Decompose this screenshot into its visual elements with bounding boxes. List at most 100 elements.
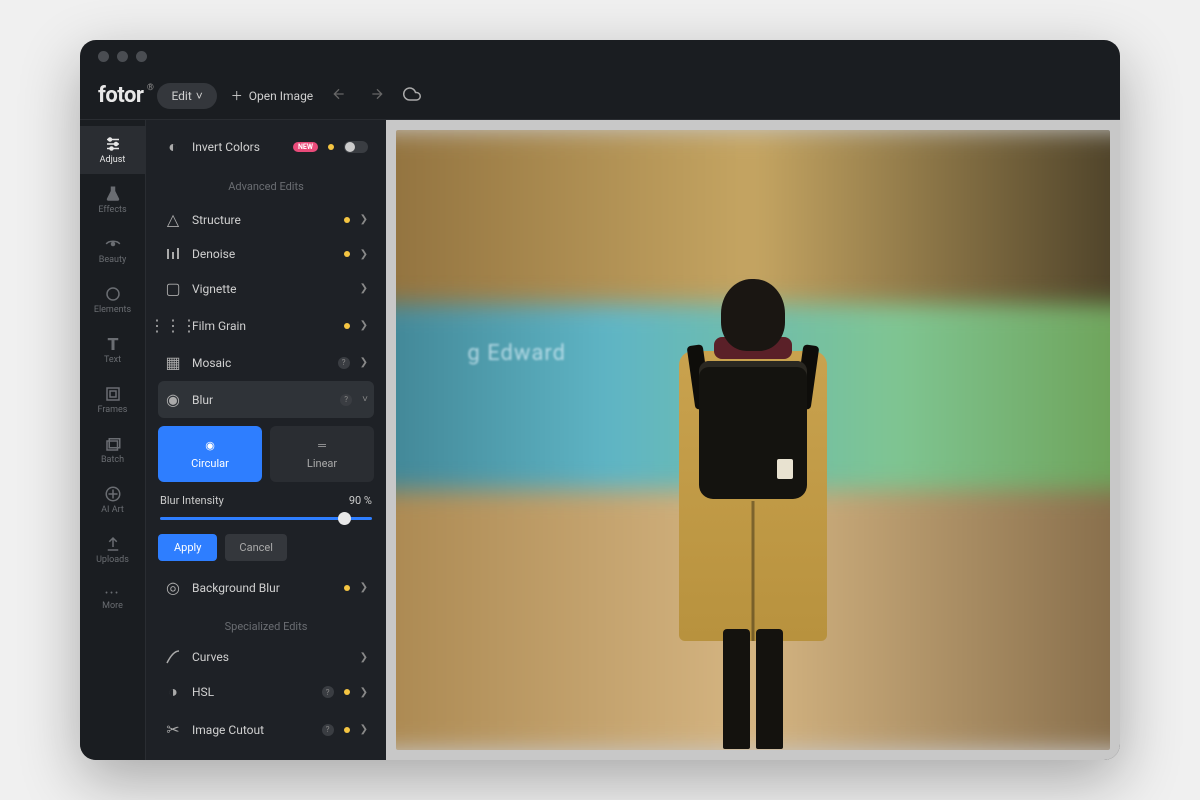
row-image-cutout[interactable]: ✂ Image Cutout ? ❯	[158, 711, 374, 748]
row-invert-colors[interactable]: ◐ Invert Colors NEW	[158, 128, 374, 166]
row-label: Film Grain	[192, 319, 334, 333]
row-label: Curves	[192, 650, 350, 664]
edit-menu-button[interactable]: Edit ˅	[157, 83, 216, 109]
premium-dot	[344, 585, 350, 591]
sidebar-label: Batch	[101, 455, 124, 465]
invert-toggle[interactable]	[344, 141, 368, 153]
section-advanced-edits: Advanced Edits	[158, 166, 374, 201]
text-icon	[104, 335, 122, 353]
blur-intensity-slider[interactable]	[160, 517, 372, 520]
edit-menu-label: Edit	[171, 89, 191, 103]
blur-mode-circular[interactable]: ◉ Circular	[158, 426, 262, 482]
plus-icon: ＋	[231, 87, 243, 104]
cloud-sync-icon[interactable]	[403, 85, 421, 107]
sidebar: Adjust Effects Beauty Elements Text Fram…	[80, 120, 146, 760]
row-label: Background Blur	[192, 581, 334, 595]
chevron-right-icon: ❯	[360, 687, 368, 698]
chevron-down-icon: ˅	[362, 394, 368, 405]
row-film-grain[interactable]: ⋮⋮⋮ Film Grain ❯	[158, 307, 374, 344]
hsl-icon: ◑	[164, 682, 182, 702]
chevron-right-icon: ❯	[360, 582, 368, 593]
titlebar	[80, 40, 1120, 72]
row-label: Invert Colors	[192, 140, 283, 154]
canvas-area[interactable]: g Edward	[386, 120, 1120, 760]
grain-icon: ⋮⋮⋮	[164, 316, 182, 335]
curves-icon	[164, 650, 182, 664]
premium-dot	[344, 689, 350, 695]
sidebar-item-beauty[interactable]: Beauty	[80, 226, 145, 274]
row-label: Blur	[192, 393, 330, 407]
flask-icon	[104, 185, 122, 203]
sidebar-label: AI Art	[101, 505, 124, 515]
blur-intensity-control: Blur Intensity 90 %	[160, 494, 372, 520]
frame-icon	[104, 385, 122, 403]
row-vignette[interactable]: ▢ Vignette ❯	[158, 270, 374, 307]
cancel-button[interactable]: Cancel	[225, 534, 286, 561]
row-hsl[interactable]: ◑ HSL ? ❯	[158, 673, 374, 711]
premium-dot	[344, 217, 350, 223]
chevron-right-icon: ❯	[360, 214, 368, 225]
sidebar-label: Beauty	[99, 255, 126, 265]
sidebar-label: More	[102, 601, 123, 611]
blur-mode-selector: ◉ Circular ═ Linear	[158, 426, 374, 482]
app-logo: fotor	[98, 83, 143, 108]
sidebar-item-elements[interactable]: Elements	[80, 276, 145, 324]
vignette-icon: ▢	[164, 279, 182, 298]
undo-button[interactable]	[327, 82, 351, 110]
row-label: Image Cutout	[192, 723, 312, 737]
sidebar-item-batch[interactable]: Batch	[80, 426, 145, 474]
sidebar-label: Adjust	[100, 155, 126, 165]
sliders-icon	[104, 135, 122, 153]
row-label: Denoise	[192, 247, 334, 261]
slider-value: 90 %	[349, 494, 372, 507]
traffic-minimize[interactable]	[117, 51, 128, 62]
sparkle-icon	[104, 485, 122, 503]
redo-button[interactable]	[365, 82, 389, 110]
circle-icon: ◉	[205, 439, 215, 452]
app-window: fotor Edit ˅ ＋ Open Image Adjust Effe	[80, 40, 1120, 760]
help-icon[interactable]: ?	[338, 357, 350, 369]
open-image-button[interactable]: ＋ Open Image	[231, 87, 313, 104]
scissors-icon: ✂	[164, 720, 182, 739]
chevron-right-icon: ❯	[360, 652, 368, 663]
help-icon[interactable]: ?	[322, 724, 334, 736]
canvas-image: g Edward	[396, 130, 1110, 750]
row-curves[interactable]: Curves ❯	[158, 641, 374, 673]
sidebar-item-text[interactable]: Text	[80, 326, 145, 374]
sidebar-item-more[interactable]: ••• More	[80, 576, 145, 624]
apply-button[interactable]: Apply	[158, 534, 217, 561]
row-label: Structure	[192, 213, 334, 227]
help-icon[interactable]: ?	[322, 686, 334, 698]
chevron-right-icon: ❯	[360, 249, 368, 260]
sidebar-item-adjust[interactable]: Adjust	[80, 126, 145, 174]
sidebar-label: Text	[104, 355, 121, 365]
chevron-right-icon: ❯	[360, 357, 368, 368]
chevron-right-icon: ❯	[360, 724, 368, 735]
shapes-icon	[104, 285, 122, 303]
stack-icon	[104, 435, 122, 453]
bars-icon	[164, 247, 182, 261]
row-denoise[interactable]: Denoise ❯	[158, 238, 374, 270]
row-background-blur[interactable]: ◎ Background Blur ❯	[158, 569, 374, 606]
chevron-right-icon: ❯	[360, 283, 368, 294]
sidebar-item-ai-art[interactable]: AI Art	[80, 476, 145, 524]
sidebar-label: Elements	[94, 305, 131, 315]
row-structure[interactable]: △ Structure ❯	[158, 201, 374, 238]
sidebar-item-frames[interactable]: Frames	[80, 376, 145, 424]
row-mosaic[interactable]: ▦ Mosaic ? ❯	[158, 344, 374, 381]
chevron-down-icon: ˅	[196, 89, 203, 103]
lines-icon: ═	[318, 439, 326, 452]
row-label: HSL	[192, 685, 312, 699]
sidebar-item-effects[interactable]: Effects	[80, 176, 145, 224]
sidebar-label: Uploads	[96, 555, 129, 565]
row-blur[interactable]: ◉ Blur ? ˅	[158, 381, 374, 418]
traffic-zoom[interactable]	[136, 51, 147, 62]
sidebar-label: Frames	[98, 405, 128, 415]
blur-mode-linear[interactable]: ═ Linear	[270, 426, 374, 482]
help-icon[interactable]: ?	[340, 394, 352, 406]
chevron-right-icon: ❯	[360, 320, 368, 331]
triangle-icon: △	[164, 210, 182, 229]
traffic-close[interactable]	[98, 51, 109, 62]
sidebar-label: Effects	[98, 205, 126, 215]
sidebar-item-uploads[interactable]: Uploads	[80, 526, 145, 574]
